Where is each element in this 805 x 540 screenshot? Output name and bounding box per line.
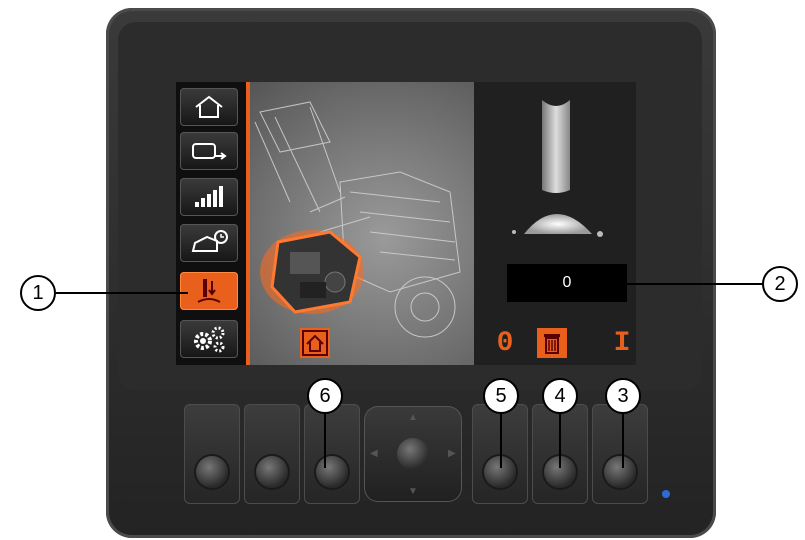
- baler-illustration: [250, 82, 474, 365]
- callout-2: 2: [762, 266, 798, 302]
- softkey-zero-label: 0: [496, 327, 514, 359]
- arrow-right-icon: ▶: [448, 448, 456, 459]
- status-led: [662, 490, 670, 498]
- arrow-left-icon: ◀: [370, 448, 378, 459]
- lubrication-icon: [197, 279, 221, 303]
- callout-line-2: [612, 283, 764, 285]
- callout-6: 6: [307, 378, 343, 414]
- keypad: ▲ ▼ ◀ ▶: [182, 398, 650, 510]
- softkey-knob: [256, 456, 288, 488]
- display-screen: 0 0 I: [176, 82, 636, 365]
- callout-line-5: [500, 412, 502, 468]
- callout-1: 1: [20, 275, 56, 311]
- callout-5: 5: [483, 378, 519, 414]
- grease-spread-icon: [512, 100, 603, 237]
- highlighted-engine: [260, 230, 364, 314]
- dpad-center-button[interactable]: [397, 438, 429, 470]
- sidebar-item-machine[interactable]: [180, 132, 238, 170]
- info-panel: [474, 82, 636, 365]
- arrow-up-icon: ▲: [408, 412, 418, 423]
- softkey-2[interactable]: [244, 404, 300, 504]
- callout-line-3: [622, 412, 624, 468]
- softkey-one[interactable]: [592, 404, 648, 504]
- value-display: 0: [507, 264, 627, 302]
- callout-3: 3: [605, 378, 641, 414]
- settings-gears-icon: [194, 326, 225, 353]
- softkey-1[interactable]: [184, 404, 240, 504]
- softkey-knob: [316, 456, 348, 488]
- arrow-down-icon: ▼: [408, 486, 418, 497]
- sidebar-item-timer[interactable]: [180, 224, 238, 262]
- softkey-knob: [196, 456, 228, 488]
- callout-line-6: [324, 412, 326, 468]
- home-icon: [195, 95, 223, 118]
- sidebar-item-home[interactable]: [180, 88, 238, 126]
- softkey-home[interactable]: [304, 404, 360, 504]
- callout-4: 4: [542, 378, 578, 414]
- navigation-dpad[interactable]: ▲ ▼ ◀ ▶: [364, 406, 462, 502]
- softkey-home-icon: [300, 328, 330, 358]
- sidebar-item-counters[interactable]: [180, 178, 238, 216]
- sidebar: [176, 82, 246, 365]
- machine-timer-icon: [191, 230, 228, 252]
- softkey-one-label: I: [613, 327, 631, 359]
- machine-transfer-icon: [192, 143, 227, 160]
- signal-bars-icon: [195, 186, 223, 207]
- sidebar-item-lubrication[interactable]: [180, 272, 238, 310]
- trash-icon: [537, 328, 567, 358]
- callout-line-4: [559, 412, 561, 468]
- sidebar-item-settings[interactable]: [180, 320, 238, 358]
- callout-line-1: [56, 292, 188, 294]
- softkey-knob: [604, 456, 636, 488]
